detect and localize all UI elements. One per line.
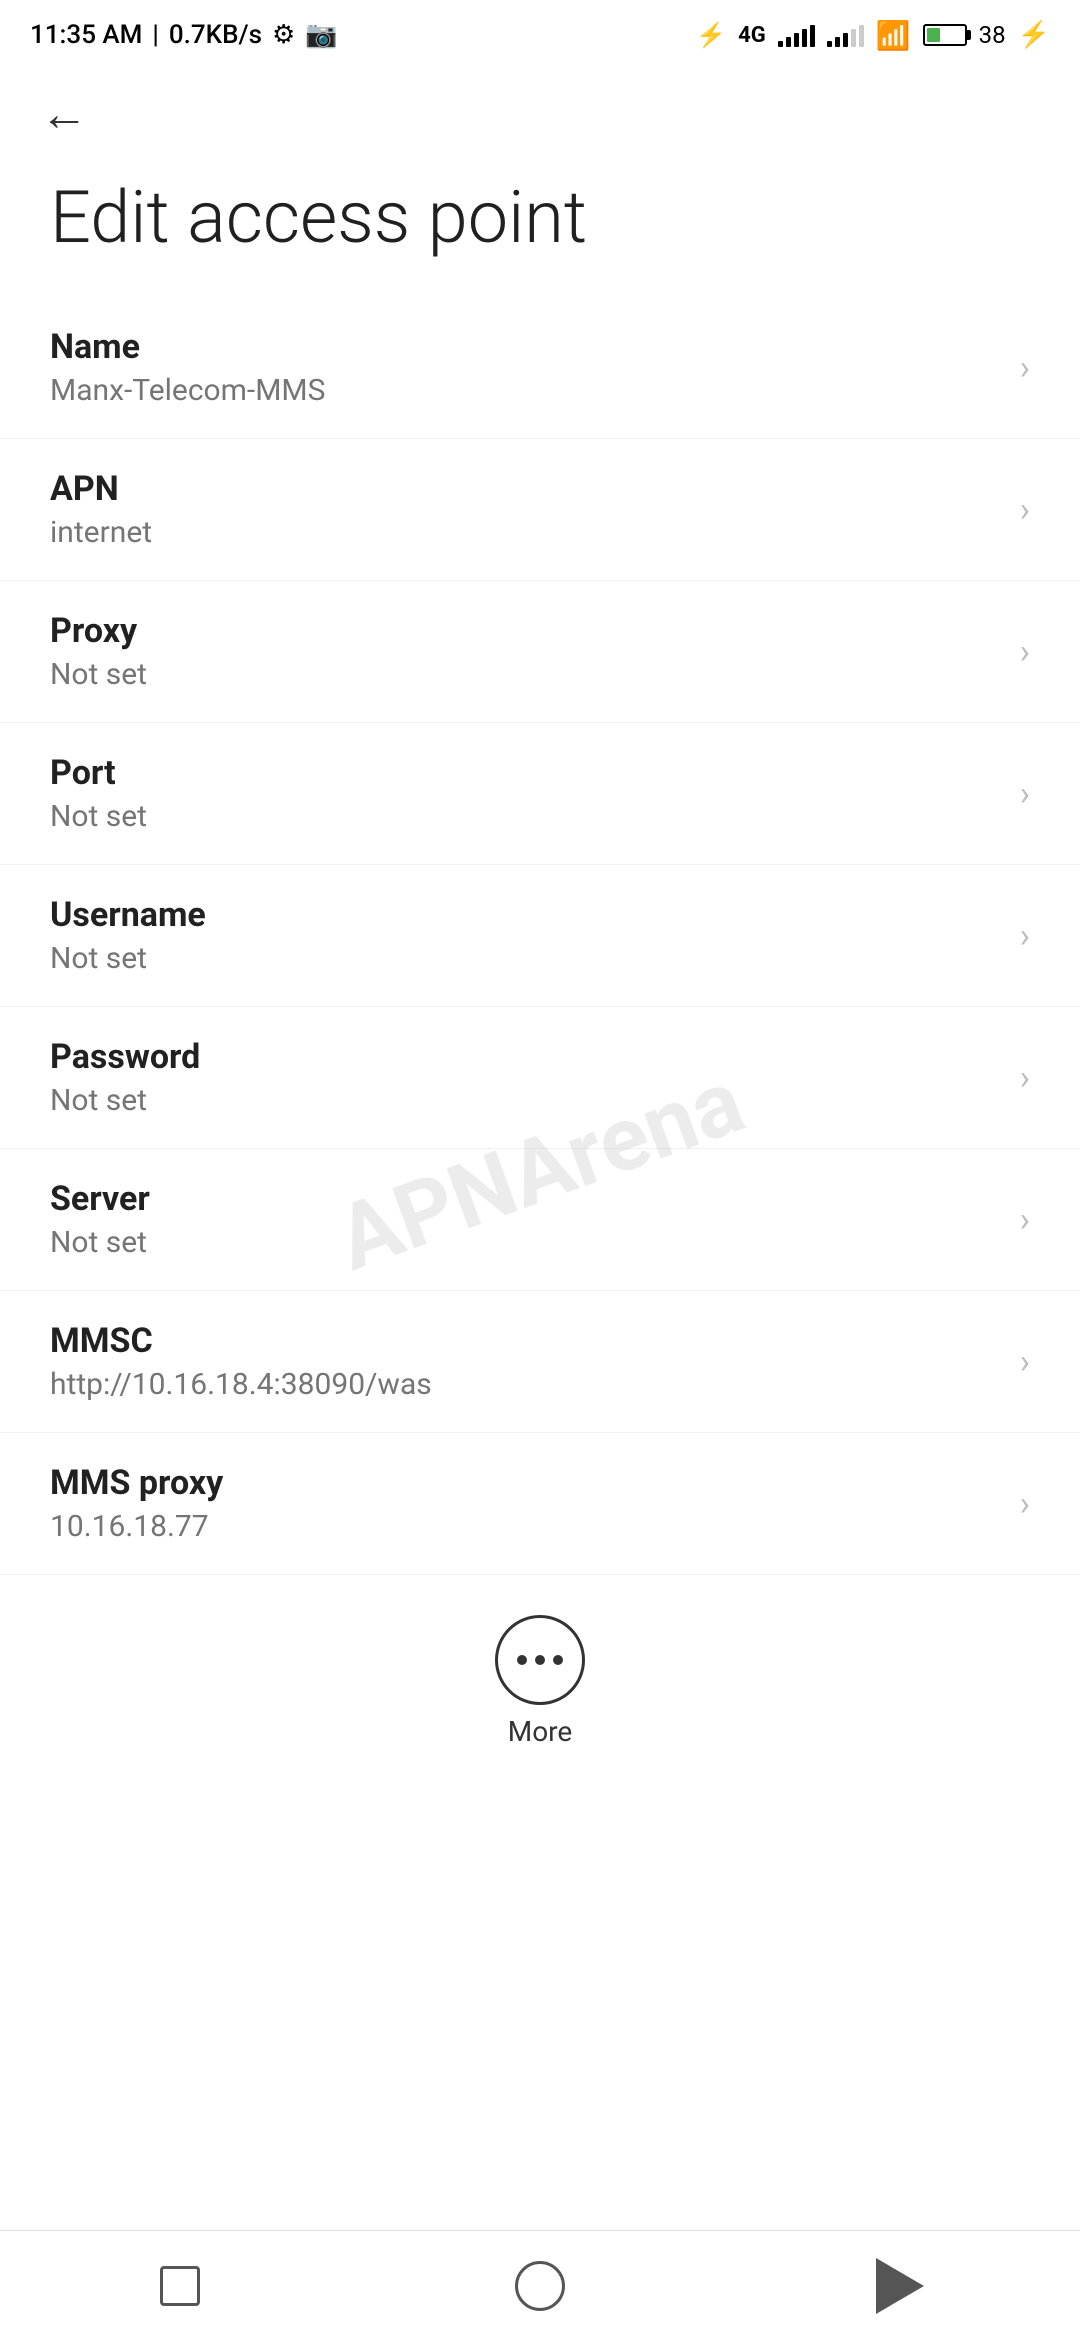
signal-bars-1 <box>778 23 815 47</box>
chevron-right-icon-port: › <box>1020 774 1030 814</box>
settings-item-server-value: Not set <box>50 1225 1000 1260</box>
settings-item-name[interactable]: Name Manx-Telecom-MMS › <box>0 297 1080 439</box>
top-navigation: ← <box>0 70 1080 158</box>
settings-item-mms-proxy-value: 10.16.18.77 <box>50 1509 1000 1544</box>
settings-list: Name Manx-Telecom-MMS › APN internet › P… <box>0 297 1080 1575</box>
settings-icon: ⚙ <box>272 20 295 50</box>
wifi-icon: 📶 <box>876 19 911 52</box>
settings-item-username-content: Username Not set <box>50 895 1000 976</box>
battery-indicator <box>923 24 967 46</box>
signal-bars-2 <box>827 23 864 47</box>
status-left: 11:35 AM | 0.7KB/s ⚙ 📷 <box>30 20 338 50</box>
settings-item-mmsc-label: MMSC <box>50 1321 1000 1361</box>
settings-item-username-value: Not set <box>50 941 1000 976</box>
settings-item-username-label: Username <box>50 895 1000 935</box>
settings-item-apn-label: APN <box>50 469 1000 509</box>
settings-item-mms-proxy-content: MMS proxy 10.16.18.77 <box>50 1463 1000 1544</box>
settings-item-password[interactable]: Password Not set › <box>0 1007 1080 1149</box>
settings-item-apn[interactable]: APN internet › <box>0 439 1080 581</box>
settings-item-name-label: Name <box>50 327 1000 367</box>
chevron-right-icon-username: › <box>1020 916 1030 956</box>
status-bar: 11:35 AM | 0.7KB/s ⚙ 📷 ⚡ 4G 📶 38 <box>0 0 1080 70</box>
more-label: More <box>508 1715 573 1748</box>
more-dot-3 <box>553 1655 563 1665</box>
more-button-area[interactable]: More <box>0 1575 1080 1768</box>
nav-back-button[interactable] <box>860 2256 940 2316</box>
back-icon <box>876 2258 924 2314</box>
bluetooth-icon: ⚡ <box>696 21 726 49</box>
network-4g-icon: 4G <box>738 23 766 48</box>
page-title: Edit access point <box>0 158 1080 297</box>
settings-item-proxy-value: Not set <box>50 657 1000 692</box>
settings-item-port[interactable]: Port Not set › <box>0 723 1080 865</box>
settings-item-apn-content: APN internet <box>50 469 1000 550</box>
chevron-right-icon-server: › <box>1020 1200 1030 1240</box>
settings-item-username[interactable]: Username Not set › <box>0 865 1080 1007</box>
chevron-right-icon-name: › <box>1020 348 1030 388</box>
settings-item-password-label: Password <box>50 1037 1000 1077</box>
settings-item-mmsc[interactable]: MMSC http://10.16.18.4:38090/was › <box>0 1291 1080 1433</box>
network-speed: 0.7KB/s <box>169 20 262 50</box>
settings-item-name-content: Name Manx-Telecom-MMS <box>50 327 1000 408</box>
settings-item-apn-value: internet <box>50 515 1000 550</box>
settings-item-server[interactable]: Server Not set › <box>0 1149 1080 1291</box>
settings-item-mms-proxy-label: MMS proxy <box>50 1463 1000 1503</box>
time: 11:35 AM <box>30 20 142 50</box>
nav-recents-button[interactable] <box>140 2256 220 2316</box>
more-dot-1 <box>517 1655 527 1665</box>
back-button[interactable]: ← <box>40 90 88 138</box>
settings-item-proxy-content: Proxy Not set <box>50 611 1000 692</box>
charging-icon: ⚡ <box>1018 20 1050 50</box>
chevron-right-icon-mms-proxy: › <box>1020 1484 1030 1524</box>
home-icon <box>515 2261 565 2311</box>
settings-item-password-content: Password Not set <box>50 1037 1000 1118</box>
settings-item-mms-proxy[interactable]: MMS proxy 10.16.18.77 › <box>0 1433 1080 1575</box>
status-right: ⚡ 4G 📶 38 ⚡ <box>696 19 1050 52</box>
chevron-right-icon-apn: › <box>1020 490 1030 530</box>
separator: | <box>152 20 158 50</box>
nav-home-button[interactable] <box>500 2256 580 2316</box>
settings-item-port-content: Port Not set <box>50 753 1000 834</box>
more-dots-icon <box>517 1655 563 1665</box>
chevron-right-icon-proxy: › <box>1020 632 1030 672</box>
settings-item-proxy[interactable]: Proxy Not set › <box>0 581 1080 723</box>
settings-item-port-label: Port <box>50 753 1000 793</box>
more-dot-2 <box>535 1655 545 1665</box>
battery-percent: 38 <box>979 21 1006 49</box>
settings-item-password-value: Not set <box>50 1083 1000 1118</box>
settings-item-mmsc-value: http://10.16.18.4:38090/was <box>50 1367 1000 1402</box>
chevron-right-icon-mmsc: › <box>1020 1342 1030 1382</box>
settings-item-server-label: Server <box>50 1179 1000 1219</box>
more-circle-button[interactable] <box>495 1615 585 1705</box>
settings-item-mmsc-content: MMSC http://10.16.18.4:38090/was <box>50 1321 1000 1402</box>
recents-icon <box>160 2266 200 2306</box>
settings-item-port-value: Not set <box>50 799 1000 834</box>
settings-item-name-value: Manx-Telecom-MMS <box>50 373 1000 408</box>
chevron-right-icon-password: › <box>1020 1058 1030 1098</box>
bottom-navigation-bar <box>0 2230 1080 2340</box>
video-icon: 📷 <box>305 20 337 50</box>
settings-item-proxy-label: Proxy <box>50 611 1000 651</box>
settings-item-server-content: Server Not set <box>50 1179 1000 1260</box>
